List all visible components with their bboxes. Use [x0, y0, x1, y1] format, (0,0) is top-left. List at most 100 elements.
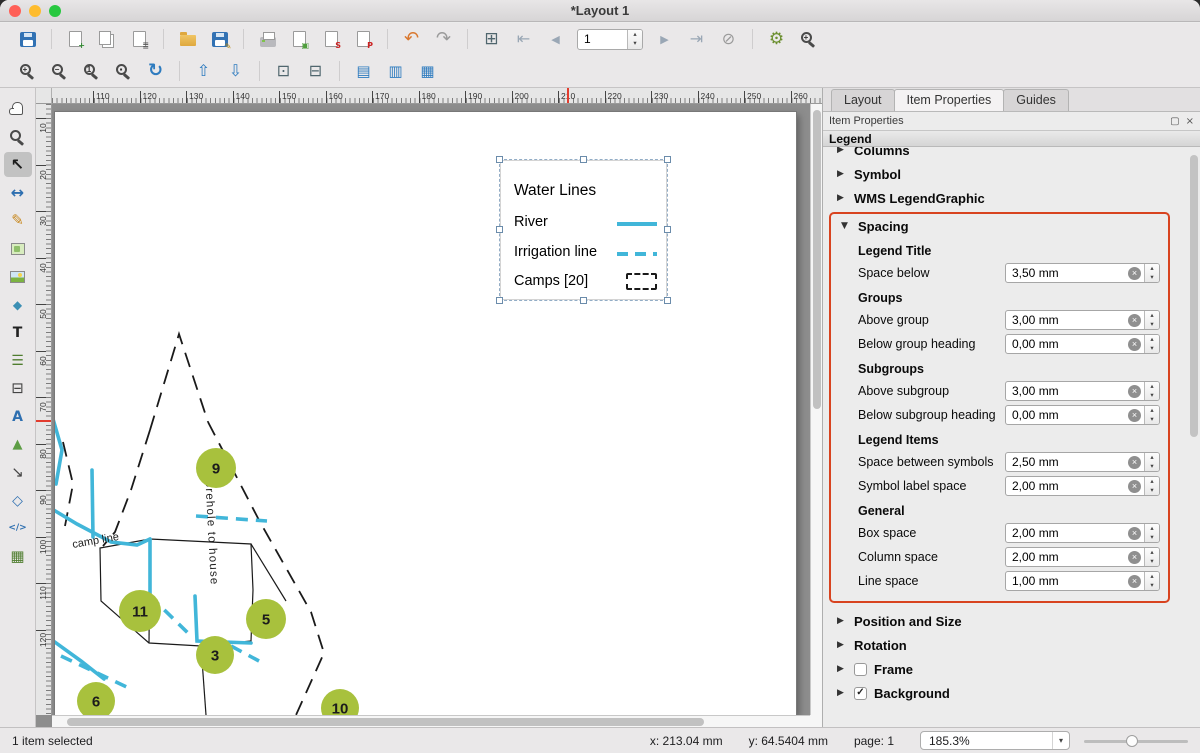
atlas-page-stepper[interactable]: ▴▾ — [627, 30, 642, 49]
add-attribute-table-button[interactable]: ▦ — [4, 544, 32, 569]
close-window-icon[interactable] — [9, 5, 21, 17]
section-frame[interactable]: ▶Frame — [823, 657, 1188, 681]
stepper-up-icon[interactable]: ▴ — [1145, 453, 1159, 462]
group-items-button[interactable]: ⊡ — [270, 58, 297, 84]
combo-arrow-icon[interactable]: ▾ — [1052, 732, 1069, 749]
horizontal-scrollbar-thumb[interactable] — [67, 718, 704, 726]
select-move-item-button[interactable]: ↖ — [4, 152, 32, 177]
stepper-up-icon[interactable]: ▴ — [1145, 382, 1159, 391]
lower-items-button[interactable]: ⇩ — [222, 58, 249, 84]
redo-button[interactable]: ↷ — [430, 26, 457, 52]
add-arrow-button[interactable]: ↘ — [4, 460, 32, 485]
zoom-actual-button[interactable]: 1 — [78, 58, 105, 84]
zoom-tool-button[interactable] — [4, 124, 32, 149]
box-space-spinbox[interactable]: 2,00 mm×▴▾ — [1005, 523, 1160, 543]
add-marker-button[interactable]: ◆ — [4, 292, 32, 317]
atlas-page-input[interactable]: ▴▾ — [577, 29, 643, 50]
selection-handle[interactable] — [664, 156, 671, 163]
tab-item-properties[interactable]: Item Properties — [894, 89, 1005, 111]
section-spacing[interactable]: ▼Spacing — [831, 214, 1168, 238]
stepper-up-icon[interactable]: ▴ — [1145, 311, 1159, 320]
frame-checkbox[interactable] — [854, 663, 867, 676]
clear-value-icon[interactable]: × — [1128, 314, 1141, 327]
clear-value-icon[interactable]: × — [1128, 338, 1141, 351]
layout-page[interactable]: camp lineBorehole to house91153610 Water… — [55, 112, 796, 715]
clear-value-icon[interactable]: × — [1128, 385, 1141, 398]
pan-tool-button[interactable] — [4, 96, 32, 121]
column-space-spinbox[interactable]: 2,00 mm×▴▾ — [1005, 547, 1160, 567]
spin-steppers[interactable]: ▴▾ — [1144, 335, 1159, 353]
atlas-first-button[interactable]: ⇤ — [510, 26, 537, 52]
stepper-up-icon[interactable]: ▴ — [1145, 477, 1159, 486]
stepper-down-icon[interactable]: ▾ — [1145, 320, 1159, 329]
align-items-button[interactable]: ▤ — [350, 58, 377, 84]
space-between-symbols-spinbox[interactable]: 2,50 mm×▴▾ — [1005, 452, 1160, 472]
add-html-button[interactable]: </> — [4, 516, 32, 541]
zoom-region-button[interactable]: + — [795, 26, 822, 52]
add-north-arrow-button[interactable]: A — [4, 404, 32, 429]
move-item-content-button[interactable]: ↔ — [4, 180, 32, 205]
stepper-down-icon[interactable]: ▾ — [1145, 273, 1159, 282]
export-pdf-button[interactable]: P — [350, 26, 377, 52]
stepper-up-icon[interactable]: ▴ — [628, 30, 642, 40]
space-below-spinbox[interactable]: 3,50 mm×▴▾ — [1005, 263, 1160, 283]
vertical-scrollbar-thumb[interactable] — [813, 110, 821, 409]
add-shape-button[interactable]: ▲ — [4, 432, 32, 457]
atlas-preview-button[interactable]: ⊞ — [478, 26, 505, 52]
stepper-down-icon[interactable]: ▾ — [1145, 557, 1159, 566]
zoom-in-button[interactable]: + — [14, 58, 41, 84]
clear-value-icon[interactable]: × — [1128, 480, 1141, 493]
resize-items-button[interactable]: ▦ — [414, 58, 441, 84]
zoom-full-button[interactable]: ▪ — [110, 58, 137, 84]
zoom-slider-thumb[interactable] — [1126, 735, 1138, 747]
duplicate-layout-button[interactable] — [94, 26, 121, 52]
selection-handle[interactable] — [664, 297, 671, 304]
zoom-out-button[interactable]: − — [46, 58, 73, 84]
stepper-up-icon[interactable]: ▴ — [1145, 264, 1159, 273]
add-legend-button[interactable]: ☰ — [4, 348, 32, 373]
add-scalebar-button[interactable]: ⊟ — [4, 376, 32, 401]
section-columns[interactable]: ▶Columns — [823, 147, 1188, 162]
stepper-down-icon[interactable]: ▾ — [1145, 415, 1159, 424]
lock-items-button[interactable]: ⊟ — [302, 58, 329, 84]
section-position-and-size[interactable]: ▶Position and Size — [823, 609, 1188, 633]
clear-value-icon[interactable]: × — [1128, 456, 1141, 469]
stepper-down-icon[interactable]: ▾ — [628, 39, 642, 49]
add-map-button[interactable] — [4, 236, 32, 261]
section-wms-legendgraphic[interactable]: ▶WMS LegendGraphic — [823, 186, 1188, 210]
undo-button[interactable]: ↶ — [398, 26, 425, 52]
line-space-spinbox[interactable]: 1,00 mm×▴▾ — [1005, 571, 1160, 591]
layout-manager-button[interactable]: ≣ — [126, 26, 153, 52]
stepper-down-icon[interactable]: ▾ — [1145, 344, 1159, 353]
selection-handle[interactable] — [580, 297, 587, 304]
atlas-last-button[interactable]: ⇥ — [683, 26, 710, 52]
new-layout-button[interactable]: + — [62, 26, 89, 52]
vertical-scrollbar[interactable] — [810, 104, 822, 715]
export-svg-button[interactable]: S — [318, 26, 345, 52]
refresh-view-button[interactable]: ↻ — [142, 58, 169, 84]
stepper-down-icon[interactable]: ▾ — [1145, 533, 1159, 542]
section-background[interactable]: ▶✓Background — [823, 681, 1188, 705]
spin-steppers[interactable]: ▴▾ — [1144, 406, 1159, 424]
stepper-down-icon[interactable]: ▾ — [1145, 486, 1159, 495]
atlas-refresh-button[interactable]: ⊘ — [715, 26, 742, 52]
clear-value-icon[interactable]: × — [1128, 267, 1141, 280]
stepper-up-icon[interactable]: ▴ — [1145, 335, 1159, 344]
close-panel-icon[interactable]: × — [1186, 116, 1194, 127]
stepper-down-icon[interactable]: ▾ — [1145, 391, 1159, 400]
distribute-items-button[interactable]: ▥ — [382, 58, 409, 84]
spin-steppers[interactable]: ▴▾ — [1144, 548, 1159, 566]
tab-guides[interactable]: Guides — [1003, 89, 1069, 111]
clear-value-icon[interactable]: × — [1128, 409, 1141, 422]
add-node-item-button[interactable]: ◇ — [4, 488, 32, 513]
print-button[interactable] — [254, 26, 281, 52]
edit-nodes-item-button[interactable]: ✎ — [4, 208, 32, 233]
minimize-window-icon[interactable] — [29, 5, 41, 17]
stepper-up-icon[interactable]: ▴ — [1145, 548, 1159, 557]
undock-panel-icon[interactable]: ▢ — [1170, 116, 1179, 127]
stepper-down-icon[interactable]: ▾ — [1145, 462, 1159, 471]
spin-steppers[interactable]: ▴▾ — [1144, 453, 1159, 471]
stepper-up-icon[interactable]: ▴ — [1145, 572, 1159, 581]
atlas-next-button[interactable]: ▶ — [651, 26, 678, 52]
section-symbol[interactable]: ▶Symbol — [823, 162, 1188, 186]
